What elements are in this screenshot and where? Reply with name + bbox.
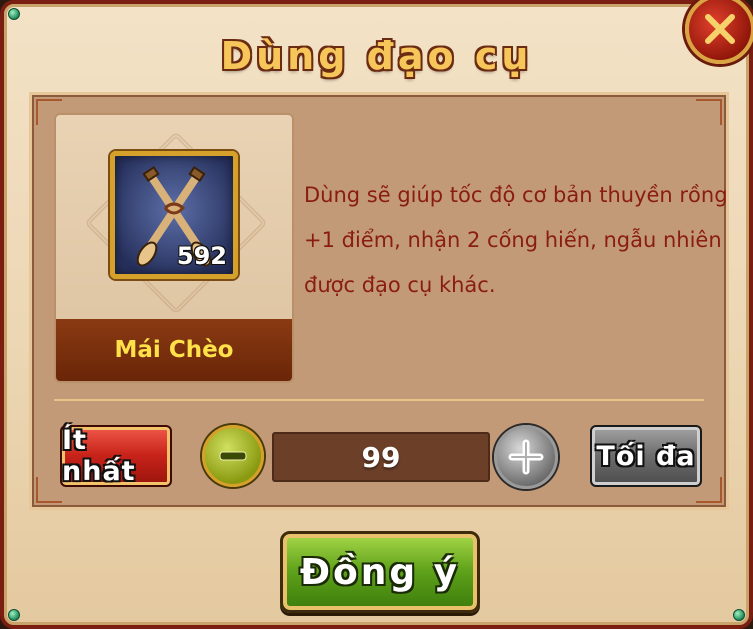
divider [54, 399, 704, 401]
close-button[interactable] [685, 0, 753, 64]
max-quantity-button[interactable]: Tối đa [590, 425, 702, 487]
confirm-label: Đồng ý [299, 551, 461, 593]
item-name-bar: Mái Chèo [56, 319, 292, 381]
confirm-button[interactable]: Đồng ý [280, 531, 480, 613]
quantity-value: 99 [361, 440, 401, 474]
max-quantity-label: Tối đa [596, 440, 696, 472]
use-item-dialog: Dùng đạo cụ 592 Mái Chèo Dùng sẽ giúp tố… [0, 0, 753, 629]
close-icon [705, 14, 735, 44]
panel-corner-ornament [36, 477, 62, 503]
quantity-input[interactable]: 99 [272, 432, 490, 482]
plus-icon [508, 439, 544, 475]
min-quantity-button[interactable]: Ít nhất [60, 425, 172, 487]
item-card: 592 Mái Chèo [54, 113, 294, 383]
corner-gem-icon [733, 609, 745, 621]
decrease-button[interactable] [202, 425, 264, 487]
dialog-title: Dùng đạo cụ [220, 34, 533, 78]
item-count: 592 [176, 242, 227, 270]
corner-gem-icon [8, 8, 20, 20]
min-quantity-label: Ít nhất [62, 425, 136, 487]
item-description: Dùng sẽ giúp tốc độ cơ bản thuyền rồng +… [304, 183, 728, 297]
increase-button[interactable] [494, 425, 558, 489]
item-panel: 592 Mái Chèo Dùng sẽ giúp tốc độ cơ bản … [29, 92, 729, 510]
item-name: Mái Chèo [114, 337, 234, 363]
item-slot[interactable]: 592 [110, 151, 238, 279]
panel-corner-ornament [696, 99, 722, 125]
corner-gem-icon [8, 609, 20, 621]
minus-icon [219, 451, 247, 461]
